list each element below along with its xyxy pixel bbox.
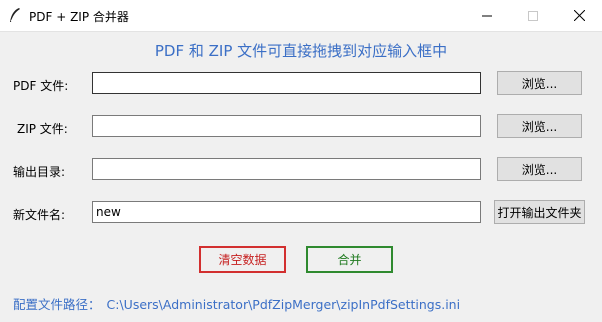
- config-path-label: 配置文件路径：: [13, 297, 101, 312]
- feather-icon: [10, 8, 20, 22]
- window-title: PDF + ZIP 合并器: [29, 10, 129, 24]
- drag-drop-hint: PDF 和 ZIP 文件可直接拖拽到对应输入框中: [154, 42, 448, 60]
- pdf-file-input[interactable]: [92, 72, 481, 94]
- zip-browse-button[interactable]: 浏览...: [497, 114, 582, 138]
- output-dir-label: 输出目录:: [13, 165, 66, 179]
- new-filename-label: 新文件名:: [13, 208, 66, 222]
- config-path: 配置文件路径： C:\Users\Administrator\PdfZipMerg…: [13, 294, 466, 313]
- config-path-value: C:\Users\Administrator\PdfZipMerger\zipI…: [106, 297, 461, 312]
- minimize-icon: [482, 15, 492, 16]
- pdf-file-label: PDF 文件:: [13, 79, 69, 93]
- pdf-browse-button[interactable]: 浏览...: [497, 71, 582, 95]
- close-button[interactable]: [556, 0, 602, 31]
- maximize-button[interactable]: [510, 0, 556, 31]
- open-output-folder-button[interactable]: 打开输出文件夹: [494, 200, 585, 224]
- maximize-icon: [528, 10, 538, 21]
- title-bar[interactable]: PDF + ZIP 合并器: [0, 0, 602, 32]
- zip-file-label: ZIP 文件:: [17, 122, 68, 136]
- new-filename-input[interactable]: [92, 201, 481, 223]
- minimize-button[interactable]: [464, 0, 510, 31]
- output-dir-input[interactable]: [92, 158, 481, 180]
- output-browse-button[interactable]: 浏览...: [497, 157, 582, 181]
- merge-button[interactable]: 合并: [306, 246, 393, 273]
- zip-file-input[interactable]: [92, 115, 481, 137]
- clear-data-button[interactable]: 清空数据: [199, 246, 286, 273]
- close-icon: [573, 10, 585, 21]
